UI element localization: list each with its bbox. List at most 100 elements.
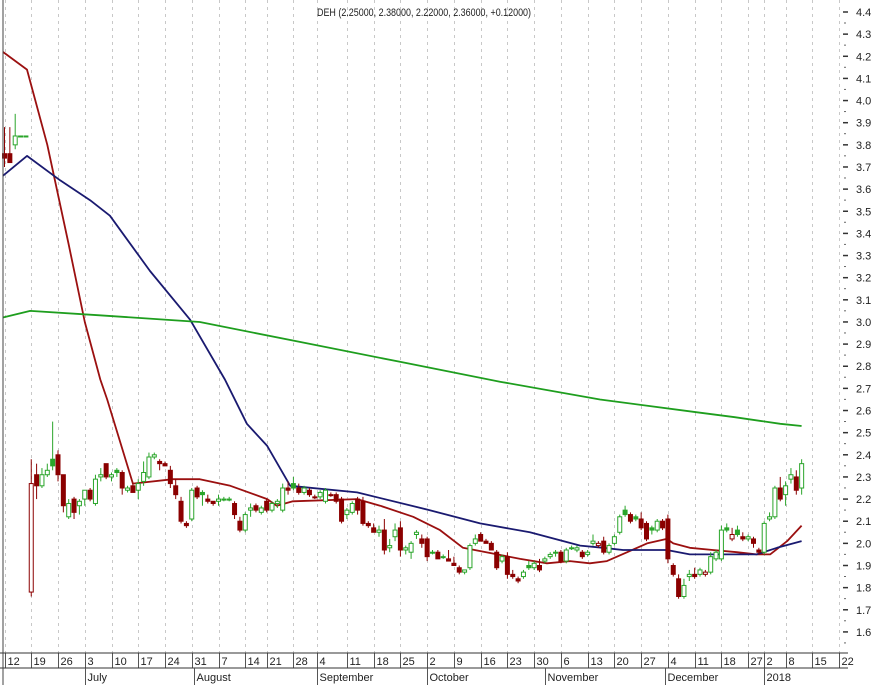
- candle: [109, 472, 114, 482]
- y-tick-label: 4.1: [856, 73, 871, 85]
- candle-body: [360, 500, 366, 524]
- candle-body: [681, 584, 687, 597]
- candle-body: [344, 509, 350, 516]
- candle: [71, 496, 77, 520]
- candle: [520, 569, 526, 579]
- candle: [740, 532, 746, 542]
- candle-body: [44, 469, 50, 476]
- candle: [387, 538, 393, 553]
- candle-body: [558, 551, 564, 562]
- y-tick-label: 1.8: [856, 583, 871, 595]
- y-tick-label: 2.5: [856, 428, 871, 440]
- candle-body: [595, 542, 601, 547]
- candle: [772, 485, 778, 520]
- candle-body: [135, 483, 141, 491]
- y-tick-label: 1.9: [856, 561, 871, 573]
- candle-body: [371, 527, 377, 533]
- candle: [296, 483, 302, 495]
- candle-body: [526, 565, 532, 569]
- candle-body: [622, 509, 628, 516]
- candle: [590, 534, 596, 546]
- candle: [665, 514, 671, 564]
- y-tick-label: 2.1: [856, 516, 871, 528]
- candle: [280, 483, 286, 513]
- x-tick-label: 20: [617, 656, 629, 668]
- candle-body: [82, 489, 88, 500]
- candle-body: [767, 516, 773, 520]
- candle-body: [39, 474, 45, 487]
- candle-body: [178, 500, 184, 522]
- candle-body: [216, 498, 221, 502]
- y-tick-label: 4.2: [856, 51, 871, 63]
- candle: [199, 490, 205, 506]
- candle-body: [504, 556, 510, 575]
- candle: [451, 556, 457, 567]
- candle: [162, 461, 168, 467]
- x-tick-label: 25: [403, 656, 415, 668]
- candle-body: [221, 498, 227, 501]
- candle-body: [312, 496, 318, 499]
- candle-body: [579, 551, 585, 558]
- candle-body: [713, 551, 719, 560]
- candle: [606, 543, 612, 555]
- candle-body: [510, 573, 516, 578]
- candle-body: [520, 571, 526, 578]
- candle: [702, 569, 708, 577]
- candle-body: [34, 474, 40, 487]
- x-tick-label: 18: [724, 656, 736, 668]
- candle: [660, 519, 666, 531]
- candle-body: [553, 551, 559, 554]
- candle-body: [424, 538, 430, 558]
- candle: [264, 499, 270, 513]
- y-tick-label: 2.2: [856, 494, 871, 506]
- y-axis: 4.4 4.3 4.2 4.1 4.0 3.9 3.8 3.7 3.6 3.5 3.4 3.3 3.2 3…: [843, 7, 871, 644]
- candle: [456, 565, 462, 575]
- candle: [751, 536, 756, 548]
- candle-body: [274, 500, 280, 505]
- candle-body: [708, 556, 714, 573]
- candle-body: [654, 520, 660, 531]
- candle-body: [724, 527, 730, 531]
- candle-body: [146, 456, 152, 478]
- candle: [531, 561, 537, 570]
- candle: [537, 558, 542, 573]
- candle-body: [488, 542, 494, 551]
- candle: [173, 479, 179, 500]
- candle-body: [66, 503, 72, 518]
- candle: [547, 552, 553, 559]
- candle: [157, 459, 163, 471]
- candle-body: [462, 569, 468, 573]
- candle-body: [387, 545, 393, 549]
- x-tick-label: 12: [8, 656, 20, 668]
- candle: [504, 552, 510, 579]
- x-tick-label: 23: [510, 656, 522, 668]
- candle-body: [451, 562, 457, 567]
- candle-body: [237, 520, 243, 531]
- candle-body: [435, 551, 441, 560]
- candle-body: [50, 458, 56, 467]
- candle-body: [98, 474, 104, 478]
- candle-body: [60, 474, 66, 507]
- candle-body: [574, 547, 580, 551]
- candle-body: [756, 549, 762, 553]
- y-tick-label: 2.9: [856, 339, 871, 351]
- candle-body: [440, 556, 446, 559]
- candle-body: [783, 485, 789, 496]
- candle: [226, 496, 232, 502]
- y-tick-label: 2.8: [856, 361, 871, 373]
- candle: [574, 545, 580, 553]
- candle: [494, 550, 500, 570]
- candle: [472, 534, 478, 546]
- candle: [799, 459, 805, 495]
- candle: [28, 459, 34, 597]
- candle-body: [745, 536, 751, 540]
- candle-body: [183, 522, 189, 527]
- candle: [306, 488, 312, 497]
- candle: [119, 470, 125, 495]
- candle-body: [109, 474, 114, 478]
- candle-body: [157, 460, 163, 465]
- candle-body: [92, 478, 98, 505]
- candle-body: [23, 135, 29, 138]
- candles: [2, 113, 805, 599]
- y-tick-label: 3.1: [856, 295, 871, 307]
